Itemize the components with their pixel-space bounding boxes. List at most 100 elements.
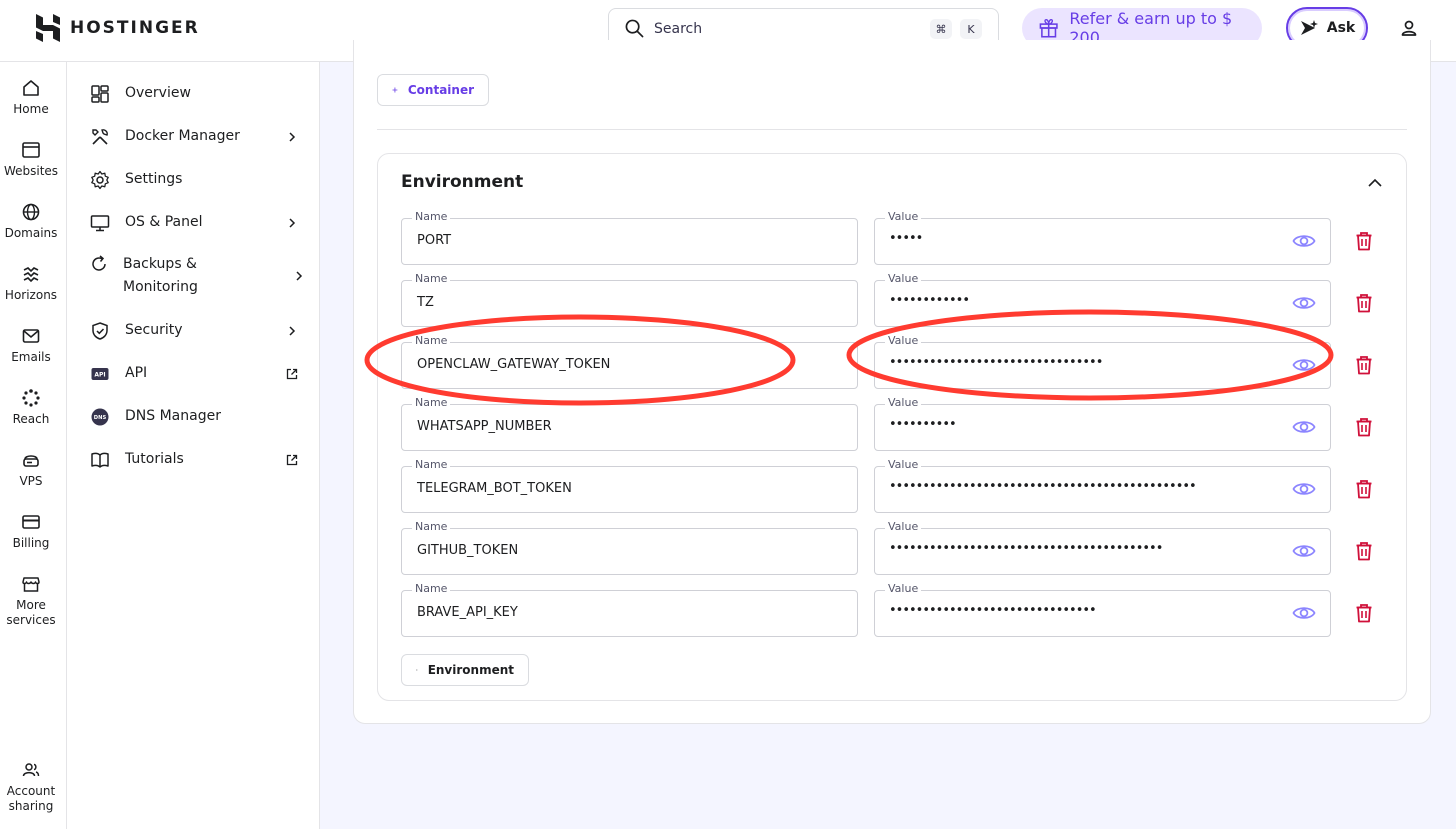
rail-item-horizons[interactable]: Horizons	[0, 264, 62, 303]
env-value-masked: ••••••••••••••••••••••••••••••••••••••••…	[889, 541, 1163, 556]
env-name-value: TZ	[417, 295, 434, 310]
plus-icon	[416, 669, 418, 671]
rail-item-emails[interactable]: Emails	[0, 326, 62, 365]
eye-icon[interactable]	[1292, 480, 1316, 502]
globe-icon	[22, 203, 40, 221]
trash-icon[interactable]	[1355, 479, 1373, 503]
eye-icon[interactable]	[1292, 604, 1316, 626]
book-icon	[89, 449, 111, 471]
plus-icon	[392, 87, 398, 93]
sidebar-item-docker-manager[interactable]: Docker Manager	[89, 125, 299, 148]
add-container-button[interactable]: Container	[377, 74, 489, 106]
user-account-icon[interactable]	[1399, 18, 1419, 42]
spinner-icon	[22, 389, 40, 407]
env-name-value: PORT	[417, 233, 452, 248]
eye-icon[interactable]	[1292, 356, 1316, 378]
server-icon	[23, 455, 39, 467]
field-label: Name	[412, 210, 451, 224]
rail-item-domains[interactable]: Domains	[0, 202, 62, 241]
env-value-field[interactable]: Value •••••••••••••••••••••••••••••••	[874, 582, 1331, 637]
sidebar-item-api[interactable]: API API	[89, 362, 299, 385]
env-value-field[interactable]: Value ••••••••••••	[874, 272, 1331, 327]
sidebar-item-security[interactable]: Security	[89, 319, 299, 342]
env-value-masked: ••••••••••••	[889, 293, 970, 308]
trash-icon[interactable]	[1355, 603, 1373, 627]
chevron-right-icon	[285, 216, 299, 230]
rail-item-websites[interactable]: Websites	[0, 140, 62, 179]
env-value-masked: ••••••••••••••••••••••••••••••••••••••••…	[889, 479, 1197, 494]
ask-label: Ask	[1326, 20, 1356, 36]
dns-icon: DNS	[89, 406, 111, 428]
trash-icon[interactable]	[1355, 417, 1373, 441]
tools-icon	[89, 126, 111, 148]
env-name-field[interactable]: Name BRAVE_API_KEY	[401, 582, 858, 637]
sidebar-item-settings[interactable]: Settings	[89, 168, 299, 191]
env-name-field[interactable]: Name WHATSAPP_NUMBER	[401, 396, 858, 451]
home-icon	[23, 80, 39, 96]
env-value-field[interactable]: Value •••••	[874, 210, 1331, 265]
env-value-masked: ••••••••••	[889, 417, 957, 432]
rail-label: Account sharing	[6, 784, 56, 813]
chevron-right-icon	[285, 130, 299, 144]
rail-item-more-services[interactable]: More services	[0, 574, 62, 628]
eye-icon[interactable]	[1292, 418, 1316, 440]
waves-icon	[23, 267, 39, 283]
add-container-label: Container	[407, 83, 474, 97]
sparkle-icon	[1300, 20, 1318, 35]
env-value-field[interactable]: Value •••••••••••••••••••••••••••••••••••…	[874, 458, 1331, 513]
env-name-field[interactable]: Name TZ	[401, 272, 858, 327]
rail-item-billing[interactable]: Billing	[0, 512, 62, 551]
rail-label: Emails	[11, 350, 51, 364]
rail-item-home[interactable]: Home	[0, 78, 62, 117]
field-label: Name	[412, 272, 451, 286]
trash-icon[interactable]	[1355, 231, 1373, 255]
trash-icon[interactable]	[1355, 293, 1373, 317]
external-link-icon	[285, 367, 299, 381]
api-icon: API	[89, 363, 111, 385]
trash-icon[interactable]	[1355, 541, 1373, 565]
sidebar-item-overview[interactable]: Overview	[89, 82, 299, 105]
env-value-masked: ••••••••••••••••••••••••••••••••	[889, 355, 1103, 370]
eye-icon[interactable]	[1292, 542, 1316, 564]
env-name-field[interactable]: Name OPENCLAW_GATEWAY_TOKEN	[401, 334, 858, 389]
mail-icon	[22, 329, 40, 343]
env-value-field[interactable]: Value ••••••••••••••••••••••••••••••••	[874, 334, 1331, 389]
sidebar-item-os-panel[interactable]: OS & Panel	[89, 211, 299, 234]
eye-icon[interactable]	[1292, 232, 1316, 254]
store-icon	[22, 577, 40, 592]
trash-icon[interactable]	[1355, 355, 1373, 379]
env-value-masked: •••••	[889, 231, 923, 246]
logo-text: HOSTINGER	[70, 18, 200, 38]
chevron-up-icon[interactable]	[1367, 175, 1383, 194]
users-icon	[22, 763, 40, 777]
sidebar-item-dns-manager[interactable]: DNS DNS Manager	[89, 405, 299, 428]
env-value-field[interactable]: Value ••••••••••	[874, 396, 1331, 451]
env-name-field[interactable]: Name GITHUB_TOKEN	[401, 520, 858, 575]
shield-icon	[89, 320, 111, 342]
rail-item-account-sharing[interactable]: Account sharing	[0, 760, 62, 814]
hostinger-logo[interactable]: HOSTINGER	[34, 13, 200, 43]
sidebar-item-tutorials[interactable]: Tutorials	[89, 448, 299, 471]
field-label: Name	[412, 458, 451, 472]
field-label: Value	[885, 334, 922, 348]
rail-item-vps[interactable]: VPS	[0, 450, 62, 489]
section-divider	[377, 129, 1407, 130]
eye-icon[interactable]	[1292, 294, 1316, 316]
env-value-field[interactable]: Value •••••••••••••••••••••••••••••••••••…	[874, 520, 1331, 575]
gift-icon	[1039, 19, 1058, 38]
chevron-right-icon	[295, 269, 303, 283]
env-name-field[interactable]: Name PORT	[401, 210, 858, 265]
rail-item-reach[interactable]: Reach	[0, 388, 62, 427]
field-label: Value	[885, 582, 922, 596]
rail-label: Websites	[3, 164, 59, 178]
search-placeholder: Search	[654, 20, 703, 37]
sidebar-item-backups-monitoring[interactable]: Backups & Monitoring	[89, 253, 303, 299]
rail-label: Home	[13, 102, 49, 116]
field-label: Value	[885, 272, 922, 286]
env-name-field[interactable]: Name TELEGRAM_BOT_TOKEN	[401, 458, 858, 513]
add-environment-button[interactable]: Environment	[401, 654, 529, 686]
vps-sidebar: Overview Docker Manager Settings OS & Pa…	[67, 62, 320, 829]
rail-label: Reach	[12, 412, 50, 426]
environment-title: Environment	[401, 172, 524, 192]
field-label: Name	[412, 396, 451, 410]
